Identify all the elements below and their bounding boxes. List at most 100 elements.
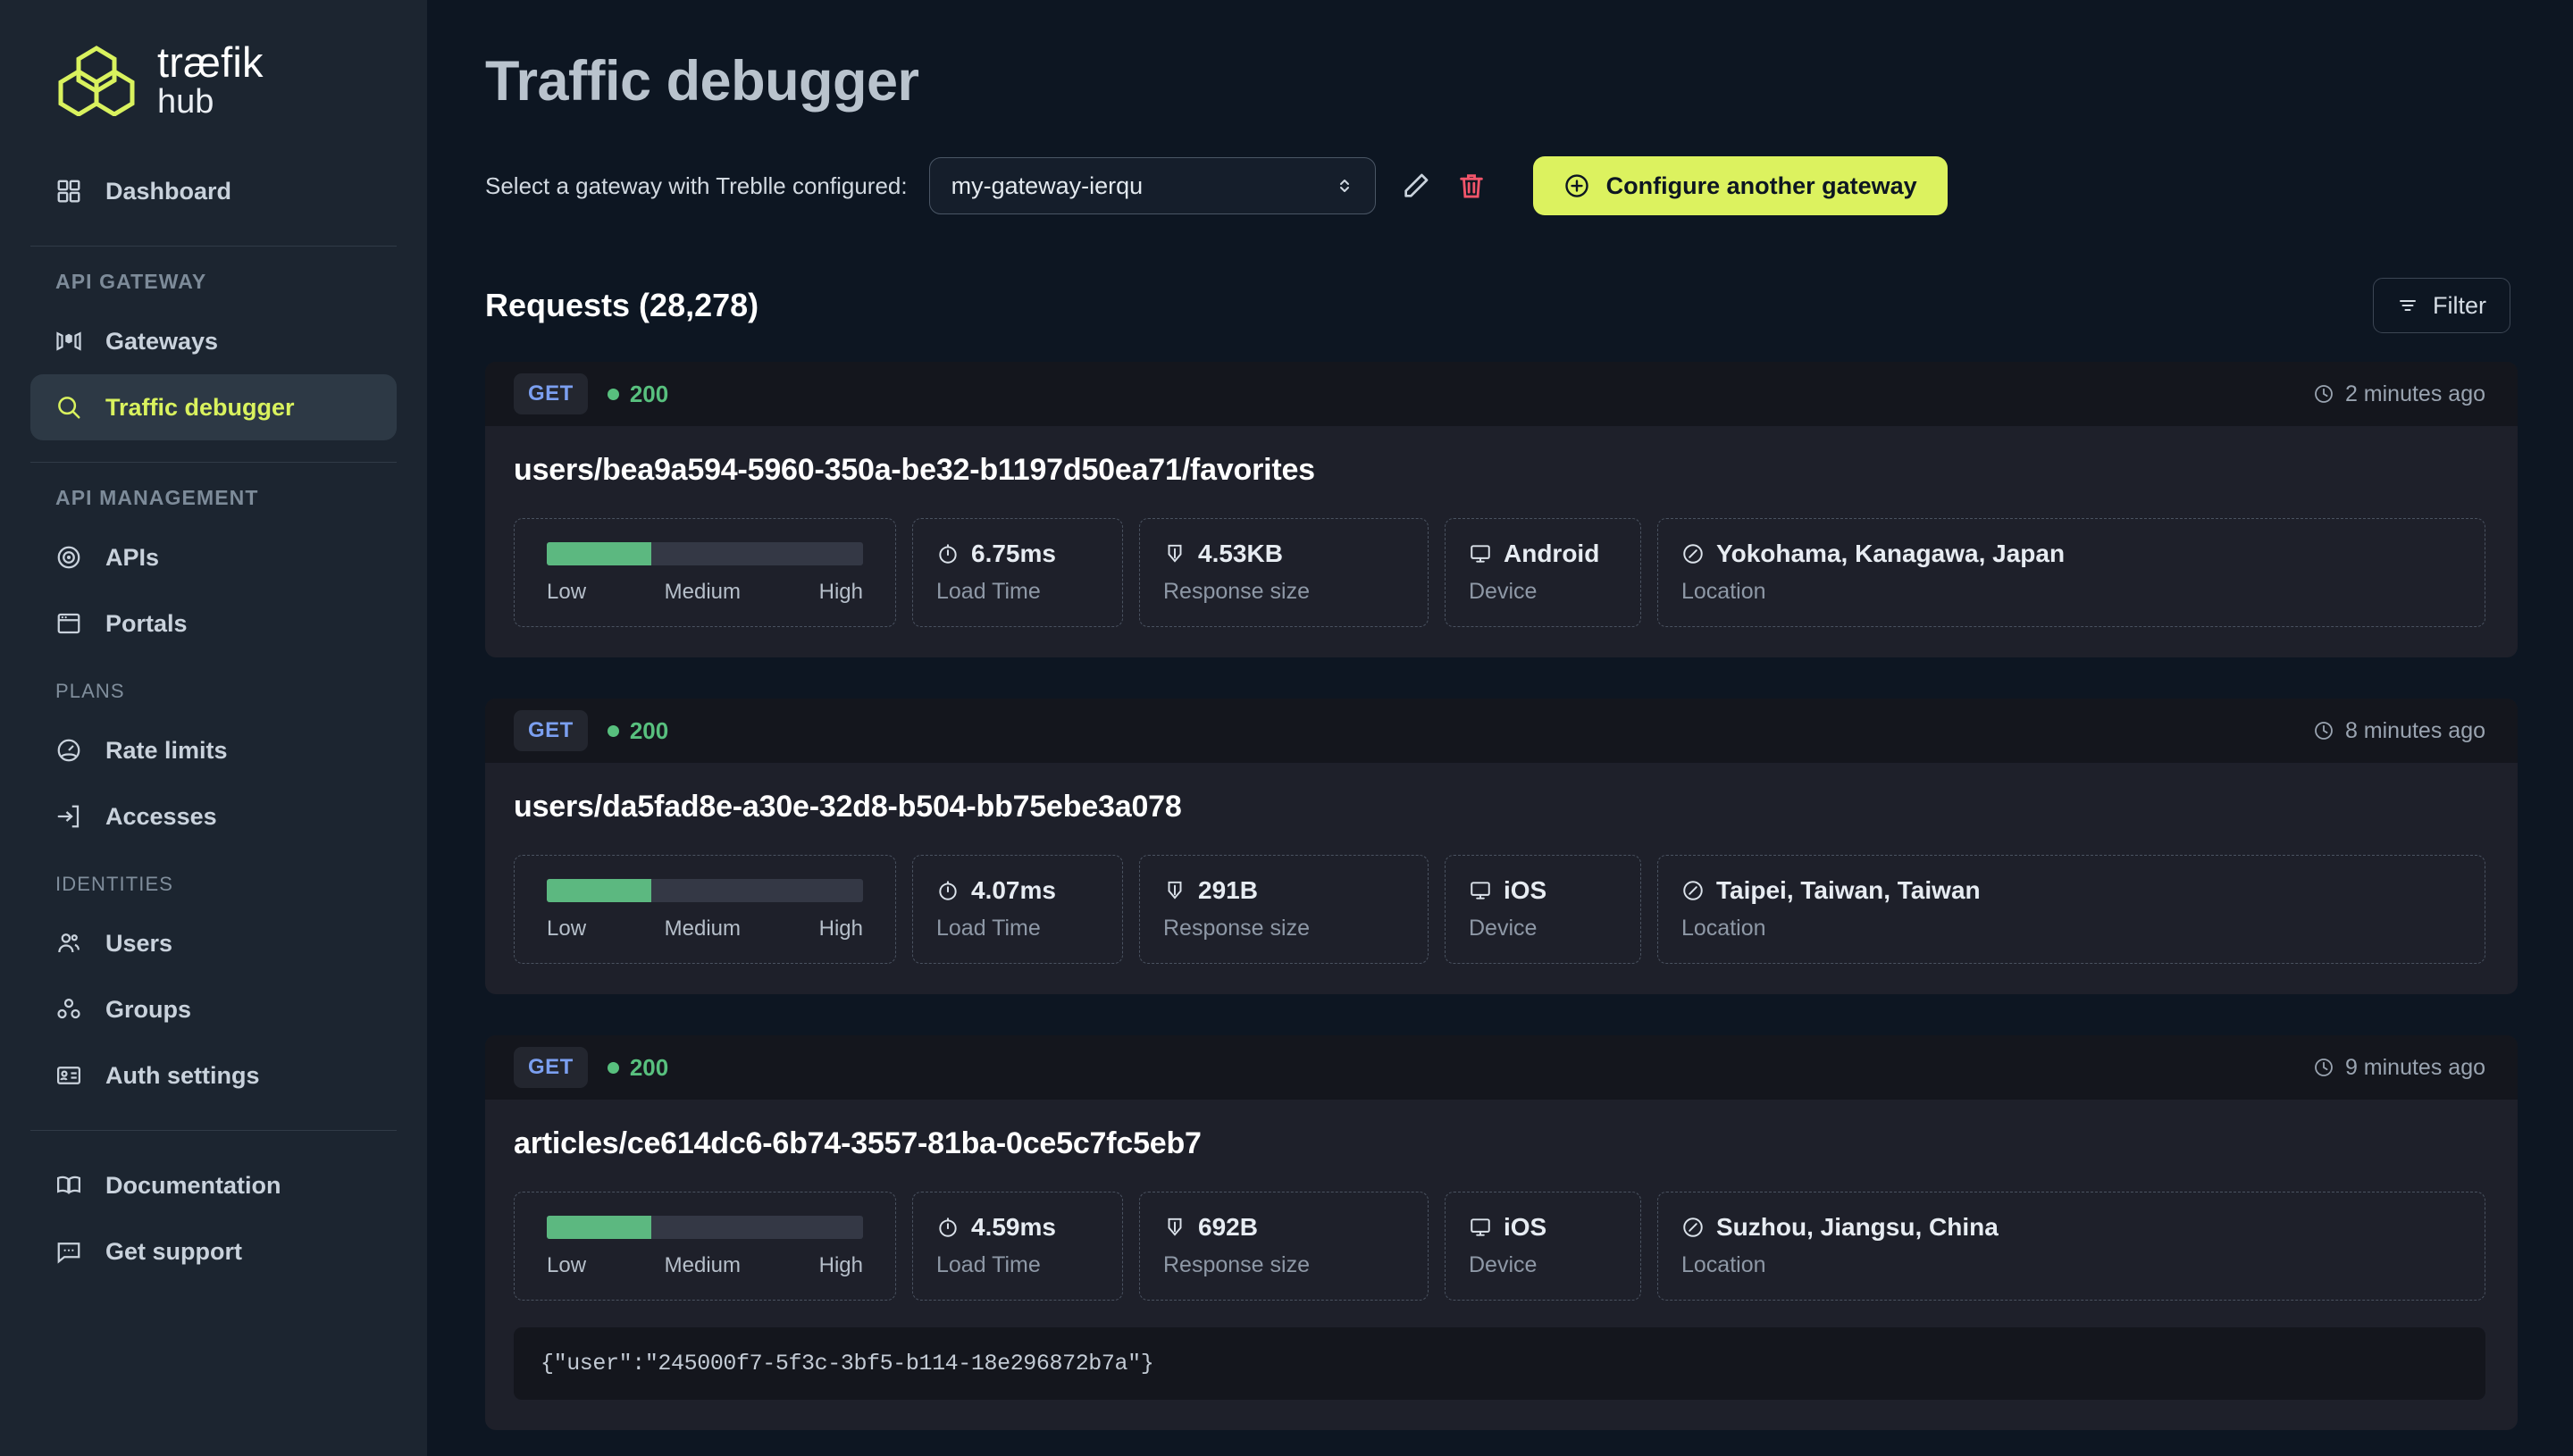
users-icon xyxy=(54,928,84,958)
sidebar-item-documentation[interactable]: Documentation xyxy=(30,1152,397,1218)
metric-device: Android Device xyxy=(1445,518,1641,627)
filter-icon xyxy=(2397,295,2418,316)
response-size-label: Response size xyxy=(1163,579,1404,605)
status-badge: 200 xyxy=(608,1054,668,1082)
request-card[interactable]: GET 200 2 minutes ago users/bea9a594-596… xyxy=(485,362,2518,657)
api-disc-icon xyxy=(54,542,84,573)
chat-icon xyxy=(54,1236,84,1267)
load-level-labels: Low Medium High xyxy=(547,1253,863,1278)
sidebar-item-label: APIs xyxy=(105,544,159,572)
request-card-header: GET 200 8 minutes ago xyxy=(485,699,2518,763)
sidebar-item-users[interactable]: Users xyxy=(30,910,397,976)
request-card[interactable]: GET 200 8 minutes ago users/da5fad8e-a30… xyxy=(485,699,2518,994)
metric-response-size: 692B Response size xyxy=(1139,1192,1429,1301)
filter-button[interactable]: Filter xyxy=(2373,278,2510,333)
request-method-badge: GET xyxy=(514,710,588,751)
device-value: iOS xyxy=(1504,1213,1546,1242)
metric-response-size: 291B Response size xyxy=(1139,855,1429,964)
sidebar-item-label: Groups xyxy=(105,996,191,1024)
download-icon xyxy=(1163,542,1186,565)
grid-icon xyxy=(54,176,84,206)
sidebar-item-label: Users xyxy=(105,930,172,958)
requests-header: Requests (28,278) Filter xyxy=(427,215,2573,333)
sidebar-item-auth-settings[interactable]: Auth settings xyxy=(30,1042,397,1109)
device-label: Device xyxy=(1469,1252,1617,1278)
load-label-low: Low xyxy=(547,916,586,941)
sidebar-item-get-support[interactable]: Get support xyxy=(30,1218,397,1284)
edit-gateway-button[interactable] xyxy=(1388,158,1444,213)
request-path: users/da5fad8e-a30e-32d8-b504-bb75ebe3a0… xyxy=(514,790,2485,824)
device-value: iOS xyxy=(1504,876,1546,905)
load-label-low: Low xyxy=(547,1253,586,1278)
gateway-icon xyxy=(54,326,84,356)
request-payload: {"user":"245000f7-5f3c-3bf5-b114-18e2968… xyxy=(514,1327,2485,1400)
gauge-icon xyxy=(54,735,84,766)
metric-device: iOS Device xyxy=(1445,855,1641,964)
sidebar-item-apis[interactable]: APIs xyxy=(30,524,397,590)
trash-icon xyxy=(1456,171,1487,201)
clock-icon xyxy=(2313,383,2334,405)
brand-product: hub xyxy=(157,85,264,119)
sidebar-item-label: Traffic debugger xyxy=(105,394,295,422)
sidebar-item-label: Gateways xyxy=(105,328,218,356)
status-dot-icon xyxy=(608,1062,619,1074)
request-card-header: GET 200 2 minutes ago xyxy=(485,362,2518,426)
app-root: træfik hub Dashboard API GATEWAY xyxy=(0,0,2573,1456)
sidebar-section-api-gateway: API GATEWAY xyxy=(0,270,427,294)
response-size-value: 291B xyxy=(1198,876,1258,905)
sidebar-item-rate-limits[interactable]: Rate limits xyxy=(30,717,397,783)
load-time-value: 4.07ms xyxy=(971,876,1056,905)
request-card-body: articles/ce614dc6-6b74-3557-81ba-0ce5c7f… xyxy=(485,1100,2518,1430)
load-label-low: Low xyxy=(547,580,586,605)
status-badge: 200 xyxy=(608,381,668,408)
sidebar-item-traffic-debugger[interactable]: Traffic debugger xyxy=(30,374,397,440)
sidebar-nav: Dashboard API GATEWAY Gateways xyxy=(0,158,427,1284)
sidebar-item-label: Portals xyxy=(105,610,188,638)
location-label: Location xyxy=(1681,579,2461,605)
sidebar: træfik hub Dashboard API GATEWAY xyxy=(0,0,427,1456)
gateway-select-label: Select a gateway with Treblle configured… xyxy=(485,172,908,200)
location-value: Suzhou, Jiangsu, China xyxy=(1716,1213,1999,1242)
sidebar-item-dashboard[interactable]: Dashboard xyxy=(30,158,397,224)
sidebar-item-label: Accesses xyxy=(105,803,217,831)
status-dot-icon xyxy=(608,725,619,737)
stopwatch-icon xyxy=(936,542,960,565)
request-timestamp: 8 minutes ago xyxy=(2313,718,2485,744)
delete-gateway-button[interactable] xyxy=(1444,158,1499,213)
load-level-bar xyxy=(547,1216,863,1239)
page-title: Traffic debugger xyxy=(427,0,2573,113)
request-method-badge: GET xyxy=(514,1047,588,1088)
compass-icon xyxy=(1681,879,1705,902)
metric-location: Yokohama, Kanagawa, Japan Location xyxy=(1657,518,2485,627)
location-value: Yokohama, Kanagawa, Japan xyxy=(1716,540,2065,568)
gateway-selector-row: Select a gateway with Treblle configured… xyxy=(427,113,2573,215)
sidebar-item-portals[interactable]: Portals xyxy=(30,590,397,657)
request-metrics: Low Medium High 4.59ms Load T xyxy=(514,1192,2485,1301)
request-metrics: Low Medium High 6.75ms Load T xyxy=(514,518,2485,627)
load-label-high: High xyxy=(819,580,863,605)
monitor-icon xyxy=(1469,542,1492,565)
request-card-body: users/bea9a594-5960-350a-be32-b1197d50ea… xyxy=(485,426,2518,657)
load-level-labels: Low Medium High xyxy=(547,580,863,605)
configure-another-gateway-button[interactable]: Configure another gateway xyxy=(1533,156,1948,215)
metric-load-time: 6.75ms Load Time xyxy=(912,518,1123,627)
search-icon xyxy=(54,392,84,423)
sidebar-item-gateways[interactable]: Gateways xyxy=(30,308,397,374)
load-time-value: 4.59ms xyxy=(971,1213,1056,1242)
brand-logo[interactable]: træfik hub xyxy=(0,0,427,119)
monitor-icon xyxy=(1469,879,1492,902)
groups-icon xyxy=(54,994,84,1025)
sidebar-item-accesses[interactable]: Accesses xyxy=(30,783,397,849)
device-label: Device xyxy=(1469,579,1617,605)
stopwatch-icon xyxy=(936,1216,960,1239)
load-level-fill xyxy=(547,879,651,902)
request-card-header: GET 200 9 minutes ago xyxy=(485,1035,2518,1100)
clock-icon xyxy=(2313,720,2334,741)
gateway-select[interactable]: my-gateway-ierqu xyxy=(929,157,1376,214)
response-size-label: Response size xyxy=(1163,1252,1404,1278)
request-card-body: users/da5fad8e-a30e-32d8-b504-bb75ebe3a0… xyxy=(485,763,2518,994)
request-card[interactable]: GET 200 9 minutes ago articles/ce614dc6-… xyxy=(485,1035,2518,1430)
sidebar-item-groups[interactable]: Groups xyxy=(30,976,397,1042)
metric-location: Suzhou, Jiangsu, China Location xyxy=(1657,1192,2485,1301)
load-level-bar xyxy=(547,542,863,565)
